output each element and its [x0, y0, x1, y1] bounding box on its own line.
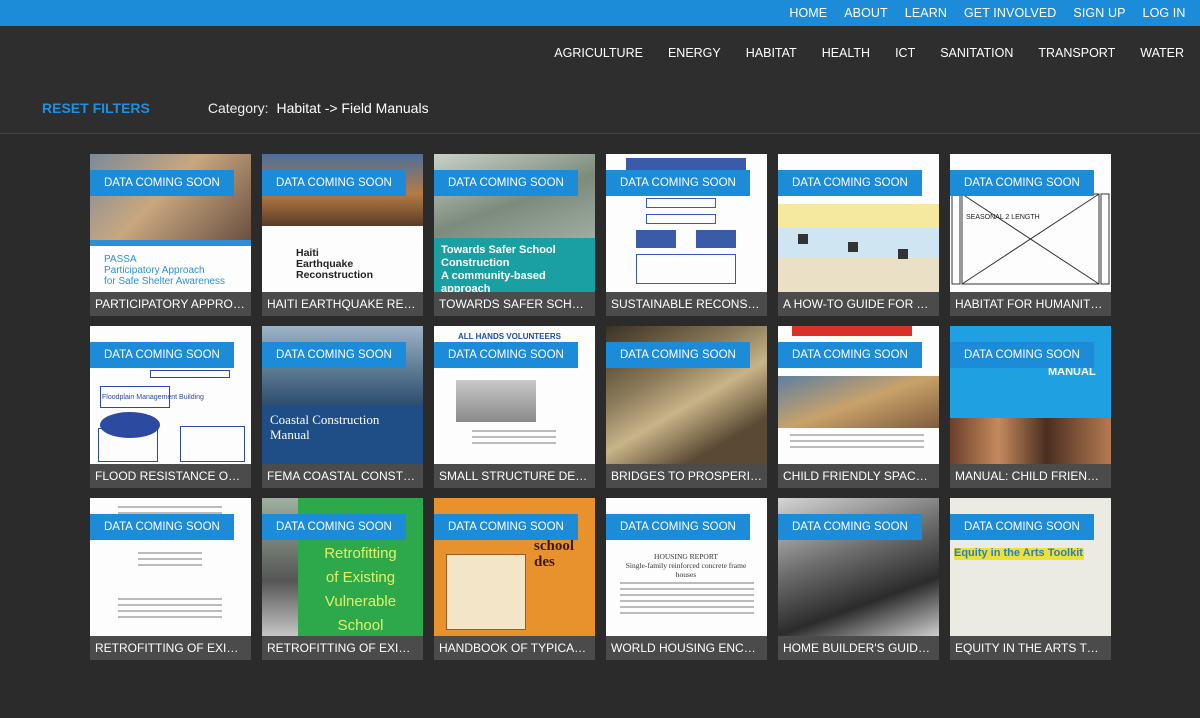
resource-card[interactable]: HOUSING REPORT Single-family reinforced … [606, 498, 767, 660]
category-energy[interactable]: ENERGY [668, 46, 721, 60]
data-coming-soon-badge: DATA COMING SOON [262, 514, 406, 540]
resource-card[interactable]: Retrofitting of Existing Vulnerable Scho… [262, 498, 423, 660]
card-title: TOWARDS SAFER SCHOOL ... [434, 292, 595, 316]
card-title: EQUITY IN THE ARTS TOOL... [950, 636, 1111, 660]
category-water[interactable]: WATER [1140, 46, 1184, 60]
resource-card[interactable]: SEASONAL 2 LENGTH DATA COMING SOON HABIT… [950, 154, 1111, 316]
resource-card[interactable]: Haiti Earthquake Reconstruction DATA COM… [262, 154, 423, 316]
resource-card[interactable]: DATA COMING SOON CHILD FRIENDLY SPACES I… [778, 326, 939, 488]
data-coming-soon-badge: DATA COMING SOON [90, 342, 234, 368]
data-coming-soon-badge: DATA COMING SOON [434, 342, 578, 368]
nav-get-involved[interactable]: GET INVOLVED [964, 6, 1056, 20]
category-ict[interactable]: ICT [895, 46, 915, 60]
data-coming-soon-badge: DATA COMING SOON [90, 170, 234, 196]
resource-card[interactable]: Towards Safer School Construction A comm… [434, 154, 595, 316]
category-breadcrumb: Category: Habitat -> Field Manuals [208, 100, 429, 116]
resource-card[interactable]: PASSA Participatory Approach for Safe Sh… [90, 154, 251, 316]
resource-card[interactable]: DATA COMING SOON HOME BUILDER'S GUIDE T.… [778, 498, 939, 660]
data-coming-soon-badge: DATA COMING SOON [606, 514, 750, 540]
data-coming-soon-badge: DATA COMING SOON [262, 342, 406, 368]
card-title: SMALL STRUCTURE DEMO... [434, 464, 595, 488]
resource-card[interactable]: school des DATA COMING SOON HANDBOOK OF … [434, 498, 595, 660]
card-title: SUSTAINABLE RECONSTR... [606, 292, 767, 316]
data-coming-soon-badge: DATA COMING SOON [434, 170, 578, 196]
category-agriculture[interactable]: AGRICULTURE [554, 46, 643, 60]
category-navigation: AGRICULTURE ENERGY HABITAT HEALTH ICT SA… [529, 46, 1184, 60]
nav-about[interactable]: ABOUT [844, 6, 888, 20]
data-coming-soon-badge: DATA COMING SOON [778, 342, 922, 368]
breadcrumb-path: Habitat -> Field Manuals [276, 100, 429, 116]
card-title: BRIDGES TO PROSPERITY ... [606, 464, 767, 488]
data-coming-soon-badge: DATA COMING SOON [950, 170, 1094, 196]
filter-bar: RESET FILTERS Category: Habitat -> Field… [42, 100, 429, 116]
nav-home[interactable]: HOME [789, 6, 827, 20]
resource-card[interactable]: Floodplain Management Building DATA COMI… [90, 326, 251, 488]
breadcrumb-label: Category: [207, 100, 269, 116]
reset-filters-button[interactable]: RESET FILTERS [42, 100, 150, 116]
data-coming-soon-badge: DATA COMING SOON [950, 342, 1094, 368]
data-coming-soon-badge: DATA COMING SOON [90, 514, 234, 540]
card-title: HOME BUILDER'S GUIDE T... [778, 636, 939, 660]
resource-card[interactable]: DATA COMING SOON SUSTAINABLE RECONSTR... [606, 154, 767, 316]
card-title: HANDBOOK OF TYPICAL S... [434, 636, 595, 660]
data-coming-soon-badge: DATA COMING SOON [262, 170, 406, 196]
resource-card[interactable]: DATA COMING SOON A HOW-TO GUIDE FOR THE … [778, 154, 939, 316]
card-title: FEMA COASTAL CONSTRU... [262, 464, 423, 488]
card-title: CHILD FRIENDLY SPACES I... [778, 464, 939, 488]
resource-card[interactable]: Equity in the Arts Toolkit DATA COMING S… [950, 498, 1111, 660]
card-title: RETROFITTING OF EXISTIN... [262, 636, 423, 660]
top-navigation: HOME ABOUT LEARN GET INVOLVED SIGN UP LO… [0, 0, 1200, 26]
resource-grid: PASSA Participatory Approach for Safe Sh… [90, 154, 1111, 660]
resource-card[interactable]: DATA COMING SOON BRIDGES TO PROSPERITY .… [606, 326, 767, 488]
nav-sign-up[interactable]: SIGN UP [1073, 6, 1125, 20]
resource-card[interactable]: MANUAL DATA COMING SOON MANUAL: CHILD FR… [950, 326, 1111, 488]
resource-card[interactable]: Coastal Construction Manual DATA COMING … [262, 326, 423, 488]
card-title: PARTICIPATORY APPROAC... [90, 292, 251, 316]
card-title: WORLD HOUSING ENCYCL... [606, 636, 767, 660]
data-coming-soon-badge: DATA COMING SOON [778, 514, 922, 540]
data-coming-soon-badge: DATA COMING SOON [434, 514, 578, 540]
card-title: RETROFITTING OF EXISTIN... [90, 636, 251, 660]
card-title: A HOW-TO GUIDE FOR THE ... [778, 292, 939, 316]
card-title: MANUAL: CHILD FRIENDLY ... [950, 464, 1111, 488]
card-title: HABITAT FOR HUMANITY: ... [950, 292, 1111, 316]
category-habitat[interactable]: HABITAT [746, 46, 797, 60]
category-sanitation[interactable]: SANITATION [940, 46, 1013, 60]
data-coming-soon-badge: DATA COMING SOON [950, 514, 1094, 540]
data-coming-soon-badge: DATA COMING SOON [778, 170, 922, 196]
resource-card[interactable]: ALL HANDS VOLUNTEERS DATA COMING SOON SM… [434, 326, 595, 488]
category-health[interactable]: HEALTH [822, 46, 870, 60]
nav-learn[interactable]: LEARN [905, 6, 947, 20]
resource-card[interactable]: DATA COMING SOON RETROFITTING OF EXISTIN… [90, 498, 251, 660]
card-title: HAITI EARTHQUAKE RECO... [262, 292, 423, 316]
nav-log-in[interactable]: LOG IN [1143, 6, 1186, 20]
card-title: FLOOD RESISTANCE OF TH... [90, 464, 251, 488]
data-coming-soon-badge: DATA COMING SOON [606, 342, 750, 368]
category-transport[interactable]: TRANSPORT [1038, 46, 1115, 60]
data-coming-soon-badge: DATA COMING SOON [606, 170, 750, 196]
header: AGRICULTURE ENERGY HABITAT HEALTH ICT SA… [0, 26, 1200, 134]
